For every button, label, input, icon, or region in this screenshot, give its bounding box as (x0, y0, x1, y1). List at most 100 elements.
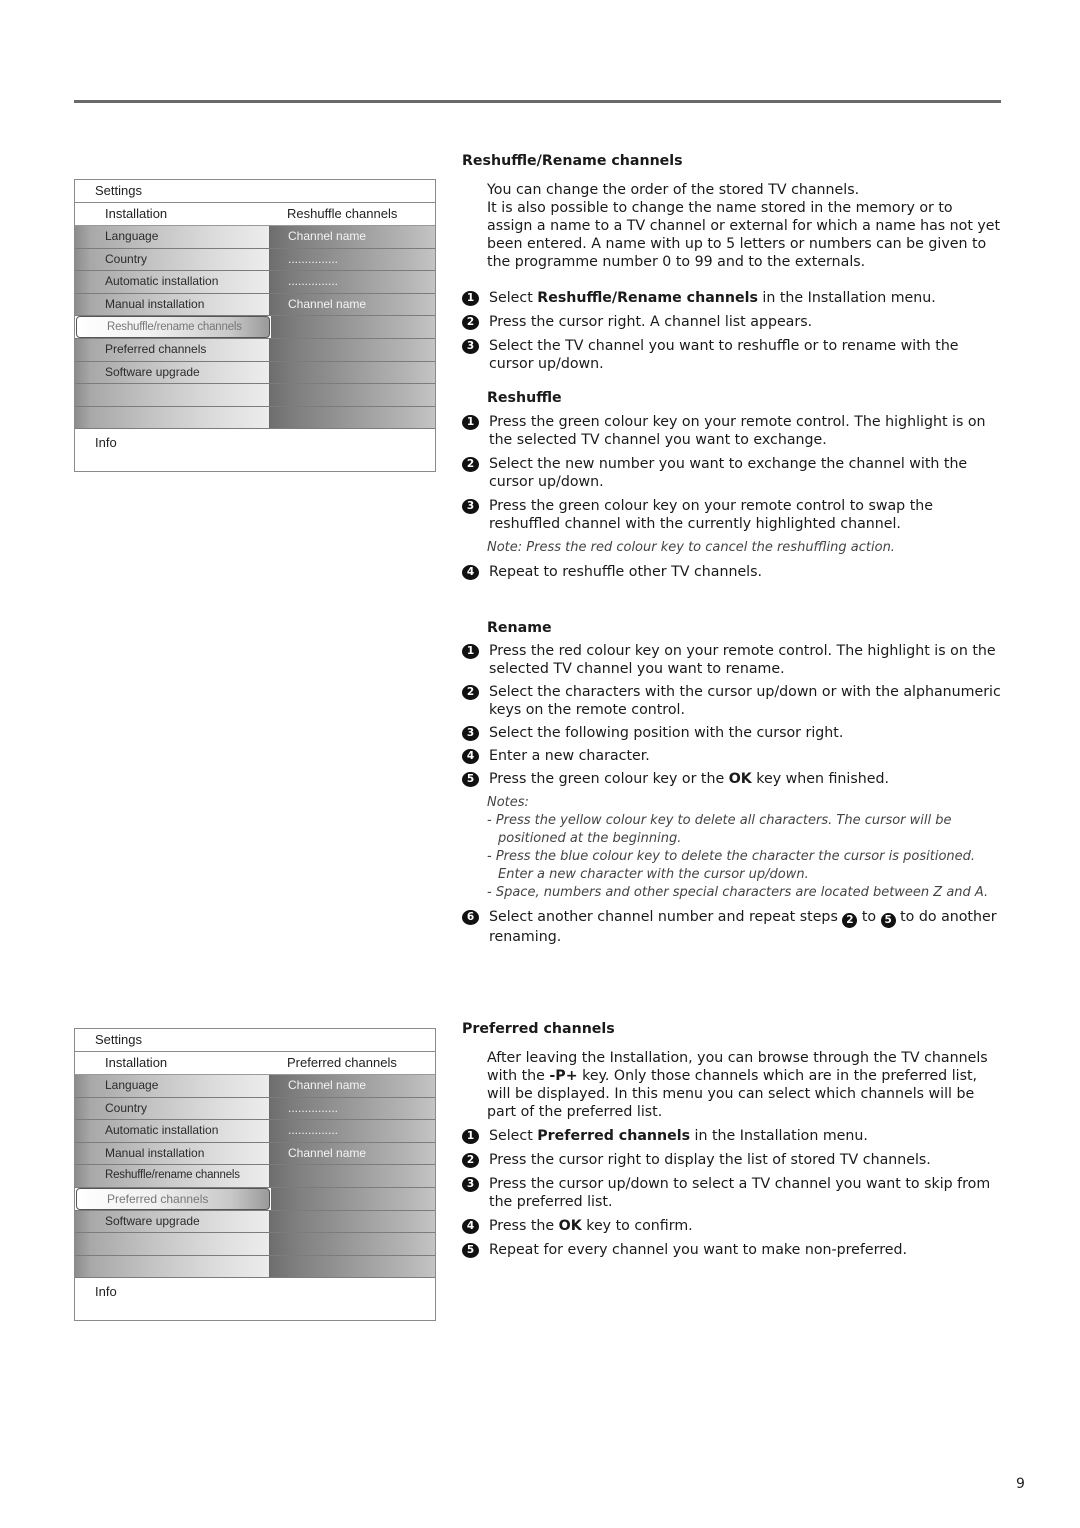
menu-item-automatic-installation[interactable]: Automatic installation (75, 1120, 269, 1142)
channel-list-item[interactable]: ............... (269, 248, 435, 271)
channel-list-item[interactable] (269, 1210, 435, 1233)
menu-item-software-upgrade[interactable]: Software upgrade (75, 361, 269, 384)
reshuffle-rename-section: Reshuffle/Rename channels You can change… (462, 152, 1002, 946)
step-item: 3 Select the following position with the… (462, 724, 1002, 742)
preferred-channels-section: Preferred channels After leaving the Ins… (462, 1020, 1002, 1259)
subsection-title-reshuffle: Reshuffle (487, 390, 562, 406)
menu-row[interactable]: Automatic installation............... (75, 271, 435, 294)
channel-list-item[interactable]: ............... (269, 271, 435, 293)
menu-row[interactable]: Country............... (75, 1097, 435, 1121)
channel-list-item (269, 406, 435, 429)
menu-item-language[interactable]: Language (75, 1075, 269, 1097)
step-number-icon: 2 (462, 685, 479, 700)
channel-list-item (269, 384, 435, 406)
menu-row-empty (75, 1233, 435, 1256)
menu-row[interactable]: Country............... (75, 248, 435, 272)
menu-section-installation: Installation (105, 206, 168, 221)
menu-item-manual-installation[interactable]: Manual installation (75, 293, 269, 316)
menu-row[interactable]: Language Channel name (75, 226, 435, 249)
menu-row[interactable]: Software upgrade (75, 1210, 435, 1234)
step-item: 3 Press the cursor up/down to select a T… (462, 1175, 1002, 1211)
step-number-icon: 4 (462, 565, 479, 580)
keyword: OK (728, 771, 752, 787)
menu-item-preferred-channels-selected[interactable]: Preferred channels (76, 1187, 270, 1210)
menu-item-preferred-channels[interactable]: Preferred channels (75, 338, 269, 361)
section-title: Preferred channels (462, 1021, 615, 1037)
menu-item-empty (75, 384, 269, 406)
channel-list-item[interactable]: Channel name (269, 1075, 435, 1097)
step-number-icon: 4 (462, 749, 479, 764)
page-number: 9 (1016, 1476, 1025, 1492)
menu-item-manual-installation[interactable]: Manual installation (75, 1142, 269, 1165)
channel-list-item[interactable] (271, 316, 435, 338)
menu-row[interactable]: Reshuffle/rename channels (75, 316, 435, 339)
step-item: 4 Enter a new character. (462, 747, 1002, 765)
step-ref-icon: 5 (880, 913, 896, 928)
menu-item-automatic-installation[interactable]: Automatic installation (75, 271, 269, 293)
notes-title: Notes: (487, 795, 529, 810)
step-number-icon: 1 (462, 644, 479, 659)
step-item: 6 Select another channel number and repe… (462, 908, 1002, 946)
channel-list-item[interactable]: Channel name (269, 226, 435, 248)
step-item: 5 Press the green colour key or the OK k… (462, 770, 1002, 788)
menu-row-empty (75, 1255, 435, 1279)
top-rule (74, 100, 1001, 103)
channel-list-item (269, 1255, 435, 1278)
menu-row[interactable]: Automatic installation............... (75, 1120, 435, 1143)
menu-row[interactable]: Language Channel name (75, 1075, 435, 1098)
channel-list-item[interactable] (269, 1165, 435, 1187)
menu-item-country[interactable]: Country (75, 1097, 269, 1120)
channel-list-item[interactable] (271, 1187, 435, 1210)
menu-subheader: Installation Reshuffle channels (75, 203, 435, 226)
menu-item-reshuffle-rename-selected[interactable]: Reshuffle/rename channels (76, 316, 270, 338)
menu-row[interactable]: Preferred channels (75, 338, 435, 362)
menu-panel-title: Reshuffle channels (287, 206, 398, 221)
step-number-icon: 2 (462, 457, 479, 472)
menu-subheader: Installation Preferred channels (75, 1052, 435, 1075)
step-item: 3 Press the green colour key on your rem… (462, 497, 1002, 533)
step-number-icon: 5 (462, 1243, 479, 1258)
channel-list-item[interactable]: ............... (269, 1120, 435, 1142)
menu-item-language[interactable]: Language (75, 226, 269, 248)
keyword: Preferred channels (537, 1128, 691, 1144)
step-ref-icon: 2 (842, 913, 858, 928)
menu-row-empty (75, 406, 435, 430)
intro-paragraph-2: It is also possible to change the name s… (487, 200, 1001, 270)
menu-row[interactable]: Reshuffle/rename channels (75, 1165, 435, 1188)
keyword: Reshuffle/Rename channels (537, 290, 758, 306)
note-item: - Press the yellow colour key to delete … (487, 813, 952, 846)
channel-list-item[interactable] (269, 338, 435, 361)
menu-item-reshuffle-rename[interactable]: Reshuffle/rename channels (75, 1165, 269, 1187)
channel-list-item[interactable]: ............... (269, 1097, 435, 1120)
intro-paragraph-1: You can change the order of the stored T… (487, 182, 860, 198)
note-item: - Space, numbers and other special chara… (487, 885, 989, 900)
menu-header: Settings (75, 180, 435, 203)
menu-row[interactable]: Manual installation Channel name (75, 293, 435, 317)
step-item: 2 Press the cursor right to display the … (462, 1151, 1002, 1169)
step-item: 1 Select Preferred channels in the Insta… (462, 1127, 1002, 1145)
menu-item-empty (75, 406, 269, 429)
intro-paragraph: After leaving the Installation, you can … (487, 1050, 988, 1120)
subsection-title-rename: Rename (487, 620, 552, 636)
menu-section-installation: Installation (105, 1055, 168, 1070)
menu-row[interactable]: Software upgrade (75, 361, 435, 385)
step-number-icon: 3 (462, 1177, 479, 1192)
step-item: 4 Repeat to reshuffle other TV channels. (462, 563, 1002, 581)
menu-item-country[interactable]: Country (75, 248, 269, 271)
step-number-icon: 2 (462, 315, 479, 330)
step-number-icon: 5 (462, 772, 479, 787)
settings-menu-reshuffle: Settings Installation Reshuffle channels… (74, 179, 436, 473)
section-title: Reshuffle/Rename channels (462, 153, 683, 169)
channel-list-item[interactable] (269, 361, 435, 384)
menu-row[interactable]: Preferred channels (75, 1187, 435, 1211)
menu-row[interactable]: Manual installation Channel name (75, 1142, 435, 1166)
channel-list-item[interactable]: Channel name (269, 1142, 435, 1165)
step-item: 2 Press the cursor right. A channel list… (462, 313, 1002, 331)
step-number-icon: 3 (462, 499, 479, 514)
step-item: 5 Repeat for every channel you want to m… (462, 1241, 1002, 1259)
menu-item-software-upgrade[interactable]: Software upgrade (75, 1210, 269, 1233)
channel-list-item[interactable]: Channel name (269, 293, 435, 316)
step-number-icon: 6 (462, 910, 479, 925)
step-number-icon: 1 (462, 291, 479, 306)
menu-row-empty (75, 384, 435, 407)
